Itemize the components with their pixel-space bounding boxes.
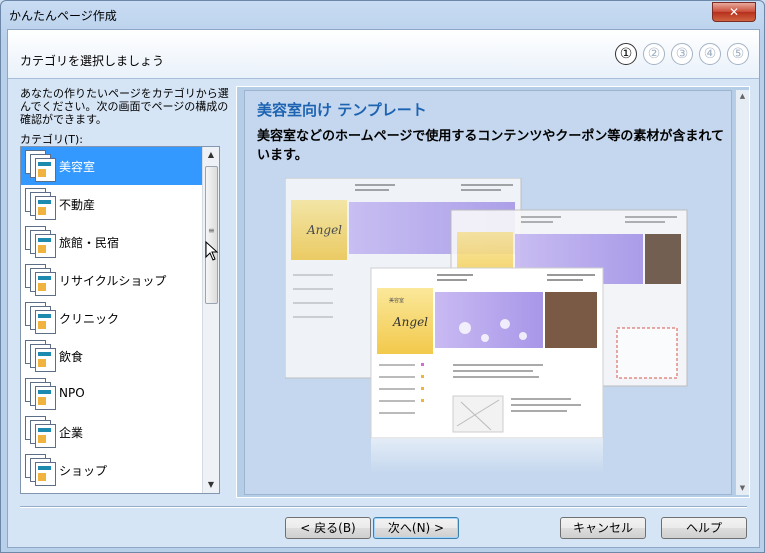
category-item-biyoushitsu[interactable]: 美容室 (21, 147, 202, 185)
category-item-npo[interactable]: NPO (21, 375, 202, 413)
preview-scrollbar[interactable]: ▲ ▼ (735, 90, 749, 495)
wizard-header: カテゴリを選択しましょう ①②③④⑤ (8, 30, 759, 79)
category-item-label: NPO (59, 386, 85, 400)
category-item-kigyou[interactable]: 企業 (21, 413, 202, 451)
cancel-button[interactable]: キャンセル (560, 517, 646, 539)
template-document-icon (25, 454, 57, 486)
category-item-clinic[interactable]: クリニック (21, 299, 202, 337)
step-3-indicator: ③ (671, 43, 693, 65)
next-button[interactable]: 次へ(N) > (373, 517, 459, 539)
category-list-scrollbar[interactable]: ▲ ≡ ▼ (202, 147, 219, 493)
category-item-ryokan[interactable]: 旅館・民宿 (21, 223, 202, 261)
template-document-icon (25, 150, 57, 182)
category-label: カテゴリ(T): (20, 133, 84, 146)
step-indicator: ①②③④⑤ (609, 43, 749, 65)
category-item-label: 企業 (59, 426, 84, 440)
mock-brand-text: Angel (392, 315, 428, 329)
category-item-inshoku[interactable]: 飲食 (21, 337, 202, 375)
scroll-up-arrow-icon[interactable]: ▲ (736, 90, 749, 103)
mock-brand-text: Angel (306, 223, 342, 237)
step-2-indicator: ② (643, 43, 665, 65)
step-title: カテゴリを選択しましょう (20, 54, 165, 68)
template-preview-image: Angel Angel 美容室 (285, 178, 688, 474)
step-5-indicator: ⑤ (727, 43, 749, 65)
step-4-indicator: ④ (699, 43, 721, 65)
category-list: 美容室 不動産 旅館・民宿 リサイクルショップ クリニック 飲食 NPO 企業 … (21, 147, 202, 489)
window-title: かんたんページ作成 (9, 9, 117, 23)
template-document-icon (25, 226, 57, 258)
category-item-shop[interactable]: ショップ (21, 451, 202, 489)
template-preview-panel: 美容室向け テンプレート 美容室などのホームページで使用するコンテンツやクーポン… (244, 90, 732, 495)
template-description: 美容室などのホームページで使用するコンテンツやクーポン等の素材が含まれています。 (257, 129, 724, 163)
scrollbar-thumb[interactable]: ≡ (205, 166, 218, 304)
footer-divider (20, 506, 747, 508)
template-document-icon (25, 188, 57, 220)
template-document-icon (25, 340, 57, 372)
category-item-recycle-shop[interactable]: リサイクルショップ (21, 261, 202, 299)
grip-icon: ≡ (208, 226, 215, 235)
category-item-label: 飲食 (59, 350, 84, 364)
template-document-icon (25, 264, 57, 296)
help-button[interactable]: ヘルプ (661, 517, 747, 539)
wizard-window: かんたんページ作成 ✕ カテゴリを選択しましょう ①②③④⑤ あなたの作りたいペ… (0, 0, 765, 553)
category-item-label: ショップ (59, 464, 108, 478)
template-document-icon (25, 416, 57, 448)
scroll-down-arrow-icon[interactable]: ▼ (736, 482, 749, 495)
back-button[interactable]: < 戻る(B) (285, 517, 371, 539)
mock-shop-label: 美容室 (389, 297, 404, 304)
category-item-label: クリニック (59, 312, 120, 326)
step-1-indicator: ① (615, 43, 637, 65)
category-item-fudousan[interactable]: 不動産 (21, 185, 202, 223)
category-item-label: 不動産 (59, 198, 96, 212)
wizard-client-area: カテゴリを選択しましょう ①②③④⑤ あなたの作りたいページをカテゴリから選んで… (7, 29, 760, 548)
category-item-label: リサイクルショップ (59, 274, 167, 288)
title-bar[interactable]: かんたんページ作成 ✕ (1, 1, 764, 29)
category-listbox[interactable]: 美容室 不動産 旅館・民宿 リサイクルショップ クリニック 飲食 NPO 企業 … (20, 146, 220, 494)
mouse-cursor-icon (205, 241, 219, 261)
template-document-icon (25, 378, 57, 410)
scroll-up-arrow-icon[interactable]: ▲ (203, 147, 219, 163)
template-title: 美容室向け テンプレート (257, 101, 427, 119)
close-button[interactable]: ✕ (712, 2, 756, 22)
category-item-label: 美容室 (59, 160, 96, 174)
scroll-down-arrow-icon[interactable]: ▼ (203, 477, 219, 493)
template-preview-frame: 美容室向け テンプレート 美容室などのホームページで使用するコンテンツやクーポン… (236, 86, 750, 498)
template-document-icon (25, 302, 57, 334)
instructions-text: あなたの作りたいページをカテゴリから選んでください。次の画面でページの構成の確認… (20, 87, 229, 126)
category-item-label: 旅館・民宿 (59, 236, 120, 250)
